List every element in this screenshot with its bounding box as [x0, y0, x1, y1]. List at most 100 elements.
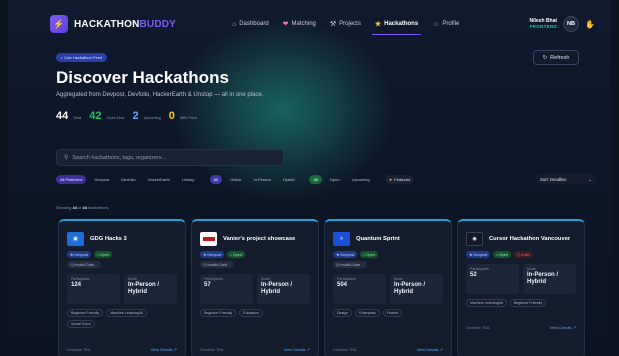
view-details-link[interactable]: View Details ↗ — [151, 347, 177, 352]
hackathon-card[interactable]: ◉ Cursor Hackathon Vancouver ★ Devpost • O… — [457, 219, 585, 356]
tag[interactable]: Beginner Friendly — [200, 309, 237, 317]
stat-prize-value: 0 — [168, 110, 175, 122]
filter-mode-all[interactable]: All — [209, 174, 222, 184]
filter-platform-devpost[interactable]: Devpost — [90, 175, 113, 184]
card-info: Participants 57 Mode In-Person / Hybrid — [192, 274, 318, 304]
nav-link-dashboard[interactable]: ⌂ Dashboard — [232, 17, 269, 31]
clock-icon: ◷ — [70, 263, 74, 267]
star-icon: ★ — [388, 176, 393, 182]
user-icon: ☺ — [432, 20, 440, 28]
filter-bar: All Platforms Devpost Devfolio HackerEar… — [56, 174, 596, 184]
navbar: ⚡ HACKATHONBUDDY ⌂ Dashboard ❤ Matching … — [50, 10, 595, 38]
tag[interactable]: Fintech — [382, 309, 403, 317]
nav-link-profile[interactable]: ☺ Profile — [432, 17, 459, 31]
filter-platform-unstop[interactable]: Unstop — [178, 175, 199, 184]
dot-icon: • — [496, 252, 498, 257]
tag[interactable]: Social Good — [67, 320, 95, 328]
status-badge: • Open — [94, 251, 112, 258]
sort-select[interactable]: Sort: Deadline ⌄ — [536, 174, 596, 184]
stat-open-value: 42 — [89, 110, 102, 122]
source-badge: ★ Devpost — [333, 251, 358, 258]
hackathon-thumbnail: ▣ — [67, 232, 84, 246]
mode-value: In-Person / Hybrid — [261, 282, 293, 296]
home-icon: ⌂ — [232, 20, 237, 28]
card-badges: ★ Devpost • Open — [192, 251, 318, 258]
refresh-icon: ↻ — [542, 54, 548, 61]
hackathon-card[interactable]: Vanier's project showcase ★ Devpost • Open… — [191, 219, 319, 356]
filter-status-all[interactable]: All — [309, 174, 322, 184]
card-info: Participants 124 Mode In-Person / Hybrid — [59, 274, 185, 304]
stat-total-label: Total — [73, 116, 82, 120]
card-info: Participants 504 Mode In-Person / Hybrid — [325, 274, 451, 304]
date-badge: ◷ Invalid Date — [333, 261, 367, 268]
tag[interactable]: Beginner Friendly — [509, 299, 547, 307]
trophy-icon: ★ — [374, 21, 382, 28]
card-header: Vanier's project showcase — [192, 221, 318, 249]
mode-box: Mode In-Person / Hybrid — [390, 274, 443, 304]
search-icon: ⚲ — [64, 155, 69, 161]
hackathon-card[interactable]: ⚛ Quantum Sprint ★ Devpost • Open ◷ Invalid… — [324, 219, 452, 356]
filter-mode-hybrid[interactable]: Hybrid — [279, 175, 299, 184]
filter-mode-in-person[interactable]: In-Person — [250, 175, 275, 184]
search-input[interactable] — [72, 154, 273, 161]
stat-total-value: 44 — [56, 110, 69, 122]
user-menu[interactable]: Nilesh Bhat FRONTEND NB ✋ — [530, 16, 595, 32]
tag[interactable]: Design — [333, 309, 353, 317]
deadline-text: Deadline TBA — [67, 347, 91, 352]
clock-icon: ◷ — [516, 253, 521, 257]
card-title: Vanier's project showcase — [223, 236, 296, 242]
clock-icon: ◷ — [203, 263, 207, 267]
card-header: ◉ Cursor Hackathon Vancouver — [458, 221, 584, 249]
source-badge: ★ Devpost — [200, 251, 225, 258]
card-header: ⚛ Quantum Sprint — [325, 221, 451, 249]
nav-link-projects[interactable]: ⚒ Projects — [330, 17, 361, 31]
brand[interactable]: ⚡ HACKATHONBUDDY — [50, 15, 176, 33]
chevron-down-icon: ⌄ — [588, 176, 592, 182]
view-details-link[interactable]: View Details ↗ — [550, 325, 576, 330]
filter-platform-all[interactable]: All Platforms — [56, 174, 87, 184]
card-badges: ★ Devpost • Open ◷ 1 left — [458, 251, 584, 258]
status-badge: • Open — [493, 251, 511, 258]
filter-status-upcoming[interactable]: Upcoming — [348, 175, 374, 184]
filter-status-open[interactable]: Open — [326, 175, 344, 184]
tag[interactable]: Machine Learning/AI — [466, 299, 507, 307]
external-link-icon: ↗ — [439, 347, 443, 352]
participants-box: Participants 124 — [67, 274, 120, 304]
filter-platform-hackerearth[interactable]: HackerEarth — [144, 175, 174, 184]
tag[interactable]: Enterprise — [355, 309, 380, 317]
card-footer: Deadline TBA View Details ↗ — [67, 347, 177, 352]
mode-value: In-Person / Hybrid — [394, 282, 426, 296]
view-details-link[interactable]: View Details ↗ — [417, 347, 443, 352]
nav-link-hackathons[interactable]: ★ Hackathons — [371, 17, 422, 35]
stat-upcoming-value: 2 — [132, 110, 139, 122]
participants-box: Participants 52 — [466, 264, 519, 294]
tag[interactable]: Beginner Friendly — [67, 309, 104, 317]
card-tags: Machine Learning/AI Beginner Friendly — [458, 299, 584, 307]
card-footer: Deadline TBA View Details ↗ — [333, 347, 443, 352]
avatar[interactable]: NB — [563, 16, 580, 32]
filter-platform-devfolio[interactable]: Devfolio — [117, 175, 139, 184]
view-details-link[interactable]: View Details ↗ — [284, 347, 310, 352]
nav-link-matching[interactable]: ❤ Matching — [283, 17, 316, 31]
tag[interactable]: Machine Learning/AI — [106, 309, 148, 317]
dot-icon: • — [97, 252, 99, 257]
trophy-icon: ★ — [203, 253, 207, 257]
brand-name: HACKATHONBUDDY — [74, 18, 177, 30]
external-link-icon: ↗ — [306, 347, 310, 352]
trophy-icon: ★ — [469, 253, 473, 257]
page-subtitle: Aggregated from Devpost, Devfolio, Hacke… — [56, 92, 264, 98]
mode-box: Mode In-Person / Hybrid — [257, 274, 310, 304]
time-left-badge: ◷ 1 left — [513, 251, 533, 258]
user-meta: Nilesh Bhat FRONTEND — [530, 18, 558, 30]
stat-prize-label: With Prize — [179, 116, 198, 120]
filter-mode-online[interactable]: Online — [226, 175, 246, 184]
stat-open-label: Open Now — [106, 116, 125, 120]
hackathon-thumbnail: ◉ — [466, 232, 483, 246]
filter-featured-toggle[interactable]: ★ Featured — [384, 174, 415, 184]
participants-count: 52 — [470, 272, 477, 278]
card-footer: Deadline TBA View Details ↗ — [200, 347, 310, 352]
tag[interactable]: Education — [239, 309, 264, 317]
card-header: ▣ GDG Hacks 3 — [59, 221, 185, 249]
hackathon-card[interactable]: ▣ GDG Hacks 3 ★ Devpost • Open ◷ Invalid Da… — [58, 219, 186, 356]
refresh-button[interactable]: ↻ Refresh — [533, 50, 579, 65]
